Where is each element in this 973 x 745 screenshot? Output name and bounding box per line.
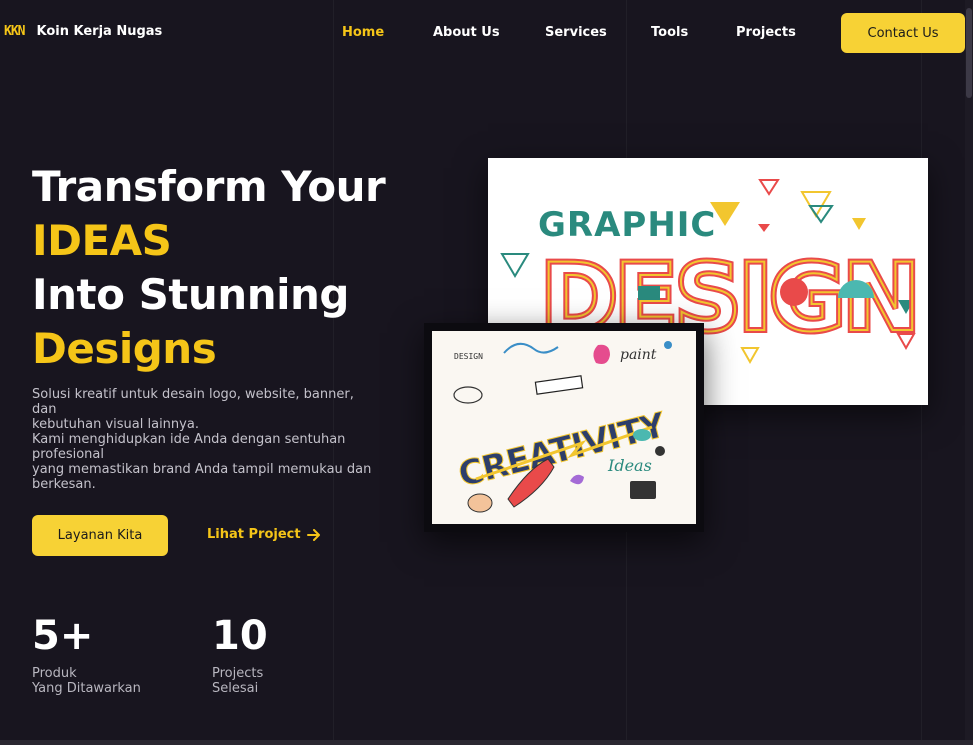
arrow-right-icon [306, 528, 320, 541]
nav-link-about-us[interactable]: About Us [433, 25, 500, 40]
hero-title-line1: Transform Your [32, 162, 386, 211]
layanan-kita-label: Layanan Kita [57, 528, 143, 543]
nav-link-projects[interactable]: Projects [736, 25, 796, 40]
doodle-design-text: DESIGN [454, 352, 483, 361]
graphic-word: GRAPHIC [538, 205, 716, 245]
hero-desc-line: yang memastikan brand Anda tampil memuka… [32, 462, 372, 477]
stat-label-line: Selesai [212, 681, 259, 696]
hero-desc-line: Solusi kreatif untuk desain logo, websit… [32, 387, 354, 417]
hero-title-line3: Into Stunning [32, 270, 349, 319]
scrollbar-thumb[interactable] [966, 8, 972, 98]
stat-label-line: Produk [32, 666, 77, 681]
nav-link-tools[interactable]: Tools [651, 25, 688, 40]
doodle-ideas-text: Ideas [607, 456, 652, 475]
stat-label: Projects Selesai [212, 666, 268, 696]
lihat-project-label: Lihat Project [207, 527, 301, 542]
layanan-kita-button[interactable]: Layanan Kita [32, 515, 168, 556]
logo-mark: KKN [4, 24, 26, 39]
top-navigation: KKN Koin Kerja Nugas Home About Us Servi… [0, 0, 973, 66]
stat-label-line: Yang Ditawarkan [32, 681, 141, 696]
nav-link-services[interactable]: Services [545, 25, 607, 40]
logo[interactable]: KKN Koin Kerja Nugas [4, 24, 162, 39]
hero-title-line2: IDEAS [32, 216, 172, 265]
stat-projects: 10 Projects Selesai [212, 612, 268, 696]
creativity-image: DESIGN paint CREATIVITY Ideas [432, 331, 696, 524]
contact-us-button[interactable]: Contact Us [841, 13, 965, 53]
stat-value: 5+ [32, 613, 94, 659]
hero-description: Solusi kreatif untuk desain logo, websit… [32, 387, 377, 492]
stat-label: Produk Yang Ditawarkan [32, 666, 141, 696]
hero-desc-line: Kami menghidupkan ide Anda dengan sentuh… [32, 432, 346, 447]
stat-products: 5+ Produk Yang Ditawarkan [32, 612, 141, 696]
hero-desc-line: profesional [32, 447, 104, 462]
stat-label-line: Projects [212, 666, 264, 681]
hero-title-line4: Designs [32, 324, 217, 373]
doodle-paint-text: paint [620, 347, 657, 363]
page-scrollbar[interactable] [965, 0, 973, 745]
hero-desc-line: kebutuhan visual lainnya. [32, 417, 199, 432]
stat-value: 10 [212, 613, 268, 659]
creativity-illustration: DESIGN paint CREATIVITY Ideas [453, 341, 672, 513]
hero-title: Transform Your IDEAS Into Stunning Desig… [32, 160, 386, 376]
contact-us-label: Contact Us [867, 25, 939, 41]
bottom-edge-strip [0, 740, 973, 745]
nav-link-home[interactable]: Home [342, 25, 384, 40]
brand-name: Koin Kerja Nugas [36, 24, 163, 39]
lihat-project-link[interactable]: Lihat Project [207, 527, 321, 542]
hero-desc-line: berkesan. [32, 477, 96, 492]
